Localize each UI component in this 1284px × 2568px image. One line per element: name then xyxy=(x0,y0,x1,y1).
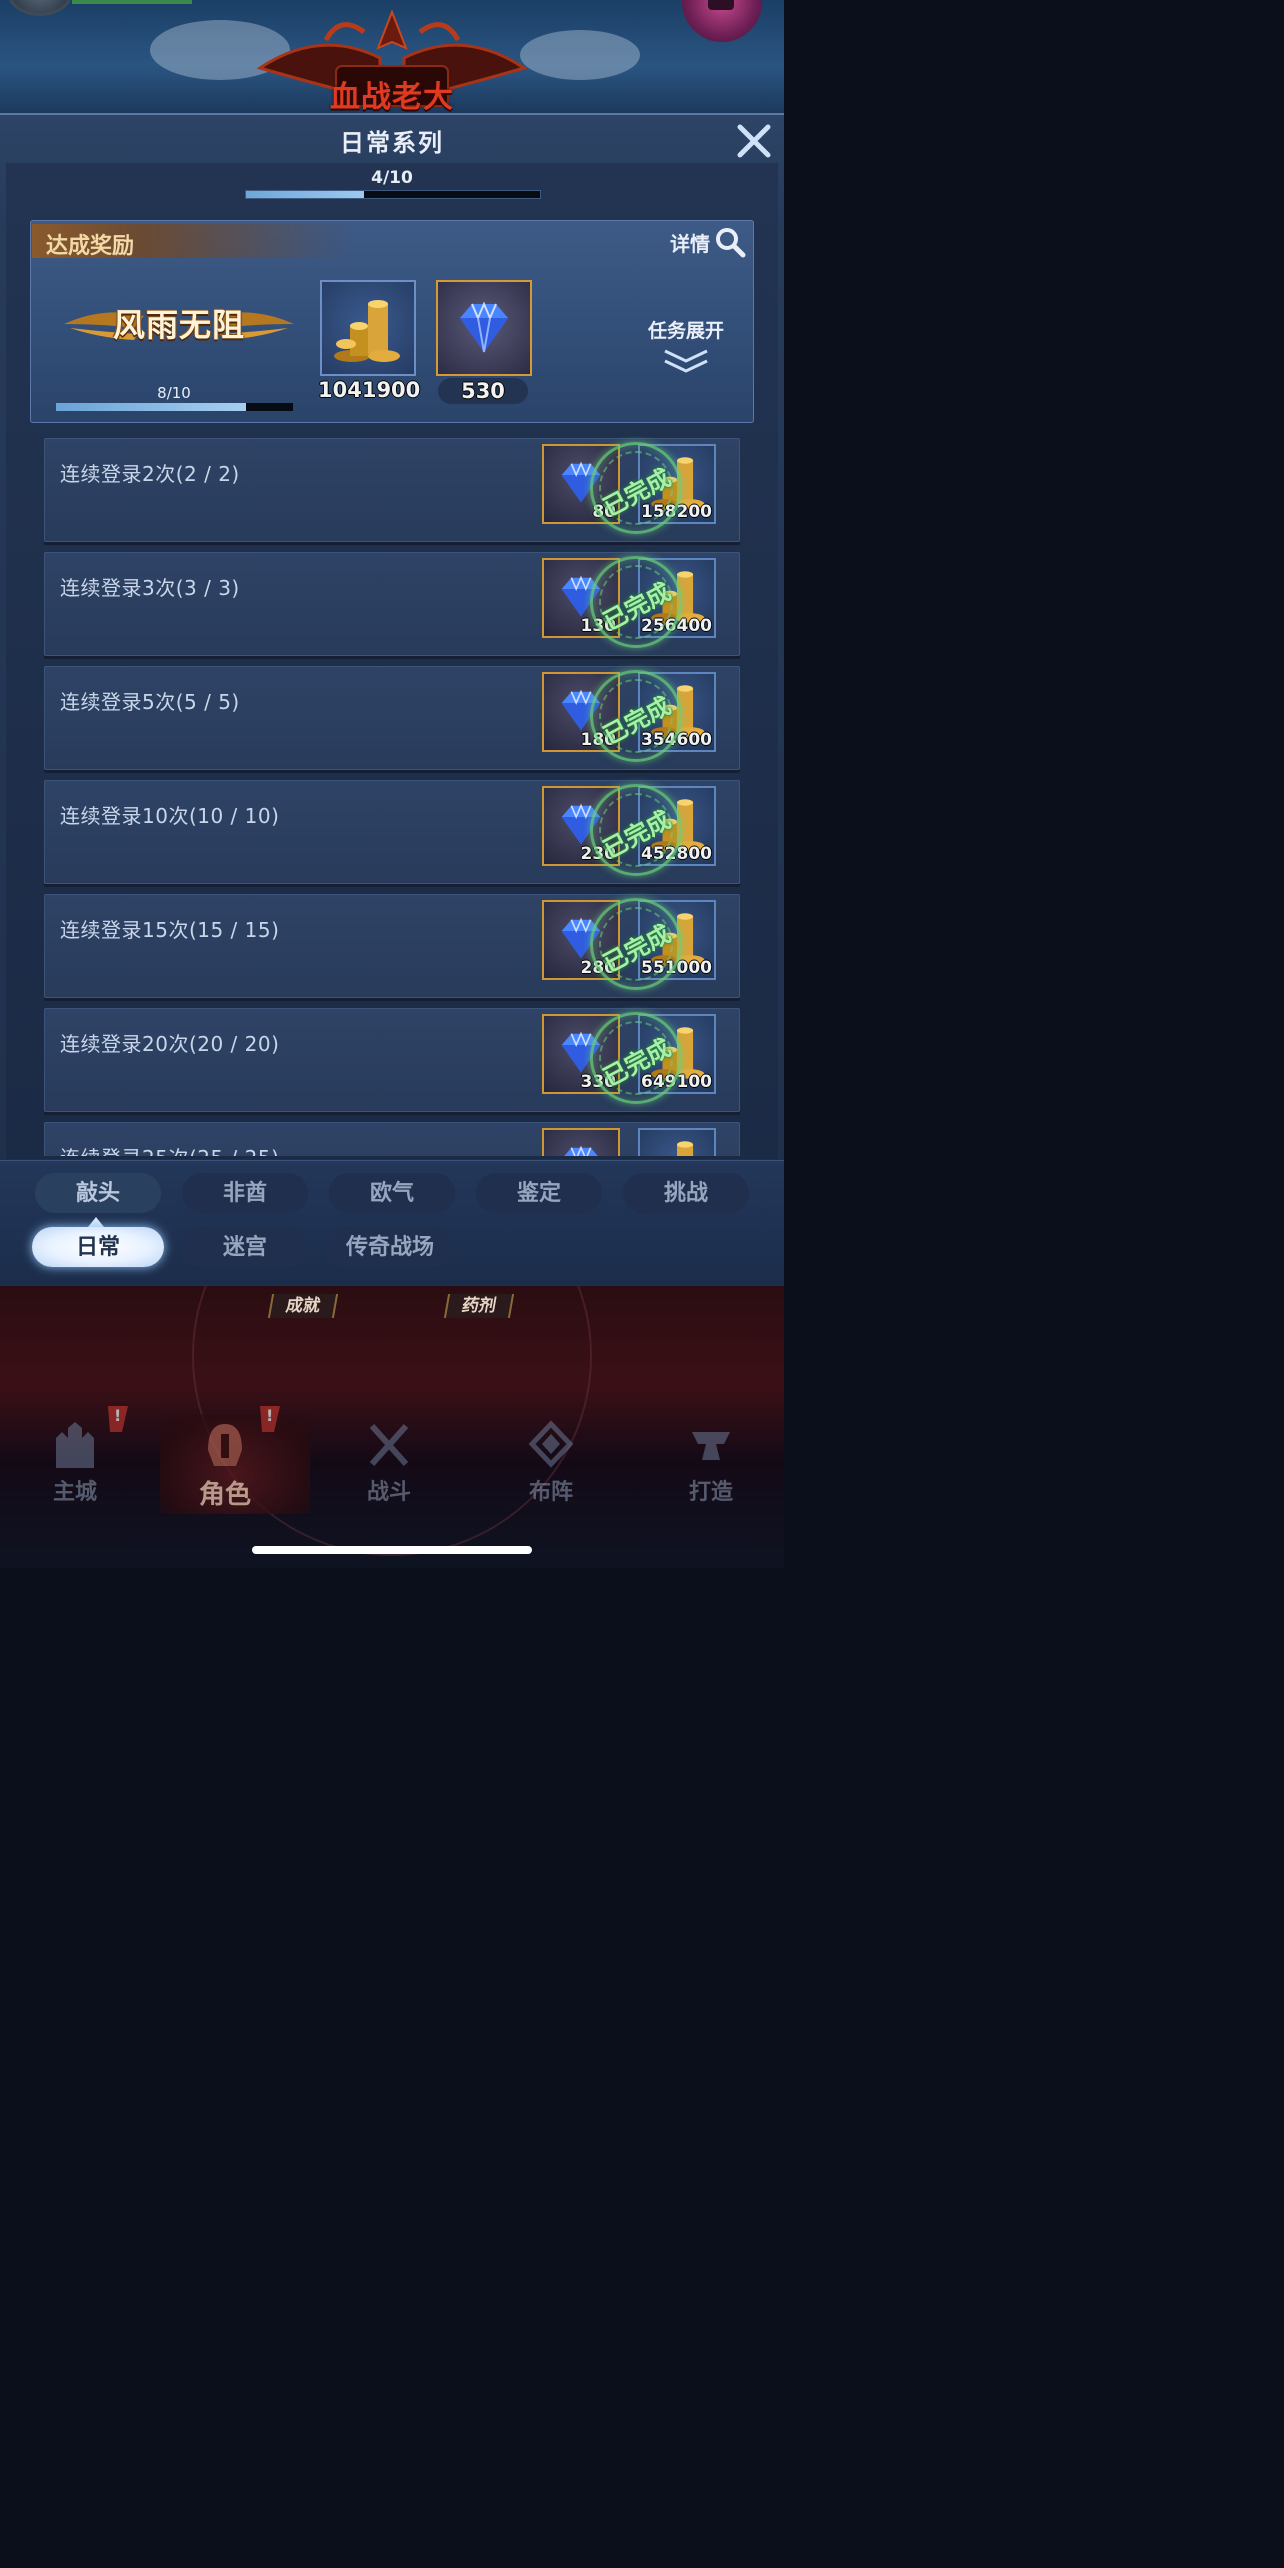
title-banner-label: 风雨无阻 xyxy=(112,306,245,344)
series-progress-bar xyxy=(245,190,541,199)
completed-stamp-label: 已完成 xyxy=(598,804,676,864)
series-progress-text: 4/10 xyxy=(371,168,413,188)
tab-maze[interactable]: 迷宫 xyxy=(182,1227,308,1267)
task-label: 连续登录10次(10 / 10) xyxy=(60,804,280,828)
chevron-down-icon xyxy=(664,349,708,373)
gold-coins-icon xyxy=(677,1141,694,1156)
nav-battle[interactable]: 战斗 xyxy=(324,1414,454,1514)
reward-diamond-count: 530 xyxy=(438,378,528,404)
task-label: 连续登录20次(20 / 20) xyxy=(60,1032,280,1056)
reward-slot-gold[interactable] xyxy=(320,280,416,376)
nav-character[interactable]: 角色 xyxy=(108,1406,310,1514)
title-progress-text: 8/10 xyxy=(157,384,191,402)
task-row[interactable]: 连续登录25次(25 / 25) xyxy=(44,1122,740,1156)
close-button[interactable] xyxy=(732,119,776,163)
task-row[interactable]: 连续登录15次(15 / 15) 280 551000 已完成 xyxy=(44,894,740,998)
completed-stamp-label: 已完成 xyxy=(598,1032,676,1092)
nav-main-city-label: 主城 xyxy=(52,1480,97,1505)
tab-legend-battlefield[interactable]: 传奇战场 xyxy=(327,1227,453,1267)
task-label: 连续登录2次(2 / 2) xyxy=(60,462,240,486)
tab-lucky[interactable]: 欧气 xyxy=(329,1173,455,1213)
completed-stamp: 已完成 xyxy=(590,1012,682,1104)
gold-coins-icon xyxy=(334,300,400,362)
completed-stamp-label: 已完成 xyxy=(598,918,676,978)
category-tabs: 敲头 非酋 欧气 鉴定 挑战 日常 迷宫 传奇战场 xyxy=(0,1160,784,1284)
crossed-swords-icon xyxy=(369,1423,409,1467)
title-banner: 风雨无阻 xyxy=(64,294,294,348)
expand-tasks-button[interactable]: 任务展开 xyxy=(636,316,736,380)
title-progress-bar xyxy=(56,403,293,411)
search-icon xyxy=(716,228,746,258)
task-label: 连续登录15次(15 / 15) xyxy=(60,918,280,942)
series-progress-fill xyxy=(246,191,364,198)
completed-stamp: 已完成 xyxy=(590,442,682,534)
nav-forge-label: 打造 xyxy=(688,1480,733,1505)
task-row[interactable]: 连续登录2次(2 / 2) 80 158200 已完成 xyxy=(44,438,740,542)
reward-header: 达成奖励 xyxy=(32,224,350,259)
achievement-reward-box: 达成奖励 详情 风雨无阻 8/10 1041900 530 任务展开 xyxy=(30,220,754,423)
achievement-label[interactable]: 成就 xyxy=(267,1294,339,1318)
diamond-icon xyxy=(564,1145,598,1156)
nav-formation[interactable]: 布阵 xyxy=(486,1414,616,1514)
tab-pointer xyxy=(88,1217,104,1227)
tab-unlucky[interactable]: 非酋 xyxy=(182,1173,308,1213)
completed-stamp-label: 已完成 xyxy=(598,690,676,750)
reward-header-label: 达成奖励 xyxy=(46,233,135,259)
game-scene-top: 血战老大 xyxy=(0,0,784,120)
home-indicator[interactable] xyxy=(252,1546,532,1554)
potion-label[interactable]: 药剂 xyxy=(443,1294,515,1318)
task-row[interactable]: 连续登录5次(5 / 5) 180 354600 已完成 xyxy=(44,666,740,770)
anvil-icon xyxy=(692,1432,730,1460)
nav-battle-label: 战斗 xyxy=(366,1480,411,1505)
castle-icon xyxy=(56,1422,94,1468)
reward-slot-diamond[interactable] xyxy=(436,280,532,376)
player-avatar[interactable] xyxy=(8,0,72,16)
diamond-icon xyxy=(460,301,508,353)
nav-character-label: 角色 xyxy=(198,1480,251,1510)
tab-challenge[interactable]: 挑战 xyxy=(623,1173,749,1213)
boss-title: 血战老大 xyxy=(330,80,454,115)
main-navigation: 主城 角色 战斗 布阵 xyxy=(0,1406,784,1514)
boss-emblem[interactable]: 血战老大 xyxy=(240,8,544,115)
nav-formation-label: 布阵 xyxy=(528,1480,573,1505)
task-list[interactable]: 连续登录2次(2 / 2) 80 158200 已完成 连续登录3次(3 / 3) 130… xyxy=(0,436,784,1156)
completed-stamp: 已完成 xyxy=(590,898,682,990)
task-row[interactable]: 连续登录20次(20 / 20) 330 649100 已完成 xyxy=(44,1008,740,1112)
details-button[interactable]: 详情 xyxy=(670,226,746,258)
task-row[interactable]: 连续登录3次(3 / 3) 130 256400 已完成 xyxy=(44,552,740,656)
task-label: 连续登录5次(5 / 5) xyxy=(60,690,240,714)
player-hp-bar xyxy=(72,0,192,4)
panel-title: 日常系列 xyxy=(340,128,444,157)
formation-icon xyxy=(528,1420,574,1468)
nav-forge[interactable]: 打造 xyxy=(646,1414,776,1514)
tab-daily[interactable]: 日常 xyxy=(32,1227,164,1267)
tab-appraise[interactable]: 鉴定 xyxy=(476,1173,602,1213)
expand-tasks-label: 任务展开 xyxy=(647,320,724,342)
completed-stamp: 已完成 xyxy=(590,784,682,876)
helmet-icon xyxy=(208,1424,242,1466)
reward-gold-count: 1041900 xyxy=(318,378,421,402)
completed-stamp: 已完成 xyxy=(590,556,682,648)
task-row[interactable]: 连续登录10次(10 / 10) 230 452800 已完成 xyxy=(44,780,740,884)
game-scene-bottom: 成就 药剂 主城 角色 战斗 xyxy=(0,1286,784,1568)
close-icon xyxy=(737,124,771,158)
title-progress-fill xyxy=(56,403,246,411)
details-label: 详情 xyxy=(670,231,710,256)
task-reward-gold[interactable] xyxy=(638,1128,716,1156)
event-badge[interactable] xyxy=(682,0,762,42)
completed-stamp-label: 已完成 xyxy=(598,462,676,522)
task-label: 连续登录25次(25 / 25) xyxy=(60,1142,279,1156)
completed-stamp: 已完成 xyxy=(590,670,682,762)
tab-knock[interactable]: 敲头 xyxy=(35,1173,161,1213)
completed-stamp-label: 已完成 xyxy=(598,576,676,636)
task-reward-diamond[interactable] xyxy=(542,1128,620,1156)
task-label: 连续登录3次(3 / 3) xyxy=(60,576,240,600)
